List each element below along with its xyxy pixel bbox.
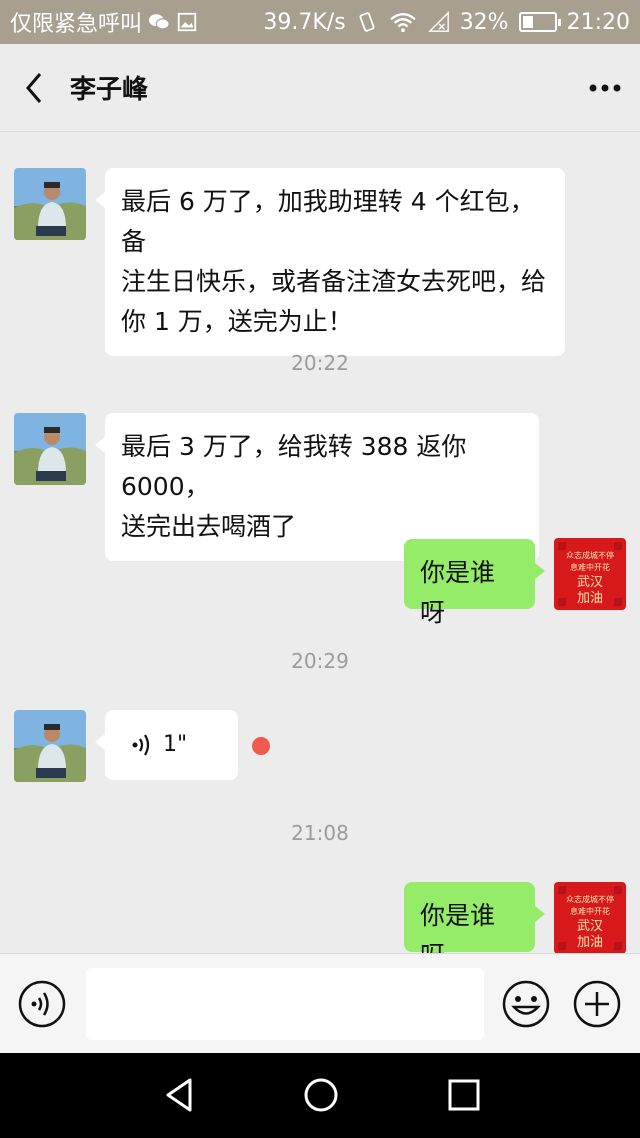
image-icon — [177, 12, 197, 32]
emoji-icon — [502, 980, 550, 1028]
no-signal-icon — [427, 11, 449, 32]
contact-avatar[interactable] — [14, 413, 86, 485]
avatar-text-line: 息难中开花 — [570, 562, 610, 572]
timestamp: 20:29 — [291, 649, 349, 673]
message-input[interactable] — [86, 968, 484, 1040]
wifi-icon — [390, 13, 416, 33]
incoming-voice-bubble[interactable]: 1" — [95, 710, 238, 780]
self-avatar-image: 众志成城不停 息难中开花 武汉 加油 — [554, 538, 626, 610]
input-bar — [0, 953, 640, 1053]
status-time: 21:20 — [566, 9, 630, 35]
message-line: 最后 3 万了，给我转 388 返你 6000， — [121, 432, 467, 501]
incoming-text-bubble[interactable]: 最后 6 万了，加我助理转 4 个红包，备 注生日快乐，或者备注渣女去死吧，给 … — [95, 168, 565, 356]
navigation-bar — [0, 1053, 640, 1138]
message-line: 注生日快乐，或者备注渣女去死吧，给 — [121, 267, 547, 296]
wechat-icon — [148, 14, 170, 30]
timestamp: 21:08 — [291, 821, 349, 845]
back-triangle-icon — [166, 1078, 192, 1112]
avatar-text-line: 众志成城不停 — [566, 550, 614, 560]
self-avatar-image: 众志成城不停 息难中开花 武汉 加油 — [554, 882, 626, 953]
avatar-text-line: 武汉 — [577, 575, 603, 590]
network-speed: 39.7K/s — [263, 9, 346, 35]
message-line: 最后 6 万了，加我助理转 4 个红包，备 — [121, 187, 535, 256]
chevron-left-icon — [26, 72, 42, 103]
contact-avatar[interactable] — [14, 168, 86, 240]
battery-icon — [518, 12, 561, 32]
recents-square-icon — [448, 1079, 480, 1111]
voice-mode-button[interactable] — [18, 980, 66, 1028]
avatar-text-line: 武汉 — [577, 919, 603, 934]
status-right: 39.7K/s 32% 21:20 — [263, 10, 630, 35]
nav-recents-button[interactable] — [444, 1075, 484, 1115]
contact-avatar-image — [14, 413, 86, 485]
message-text: 你是谁呀 — [420, 901, 496, 953]
avatar-text-line: 加油 — [577, 935, 603, 950]
more-button[interactable] — [570, 44, 640, 132]
self-avatar[interactable]: 众志成城不停 息难中开花 武汉 加油 — [554, 538, 626, 610]
plus-button[interactable] — [573, 980, 621, 1028]
avatar-text-line: 众志成城不停 — [566, 894, 614, 904]
message-line: 你 1 万，送完为止！ — [121, 307, 353, 336]
vibrate-icon — [359, 12, 375, 32]
voice-mode-icon — [18, 980, 66, 1028]
chat-header: 李子峰 — [0, 44, 640, 132]
self-avatar[interactable]: 众志成城不停 息难中开花 武汉 加油 — [554, 882, 626, 953]
avatar-text-line: 息难中开花 — [570, 906, 610, 916]
battery-percent: 32% — [459, 9, 509, 35]
outgoing-text-bubble[interactable]: 你是谁呀 — [404, 882, 545, 953]
contact-avatar[interactable] — [14, 710, 86, 782]
chat-area[interactable]: 最后 6 万了，加我助理转 4 个红包，备 注生日快乐，或者备注渣女去死吧，给 … — [0, 133, 640, 953]
unread-dot — [252, 737, 270, 755]
chat-title: 李子峰 — [70, 75, 149, 105]
voice-wave-icon — [132, 734, 150, 756]
avatar-text-line: 加油 — [577, 591, 603, 606]
status-bar: 仅限紧急呼叫 39.7K/s 32% 21:20 — [0, 0, 640, 44]
nav-home-button[interactable] — [301, 1075, 341, 1115]
home-circle-icon — [304, 1078, 338, 1112]
nav-back-button[interactable] — [160, 1075, 200, 1115]
message-text: 你是谁呀 — [420, 558, 496, 627]
status-left: 仅限紧急呼叫 — [10, 6, 198, 38]
plus-icon — [573, 980, 621, 1028]
timestamp: 20:22 — [291, 351, 349, 375]
back-button[interactable] — [0, 44, 70, 132]
contact-avatar-image — [14, 710, 86, 782]
carrier-text: 仅限紧急呼叫 — [10, 12, 143, 37]
contact-avatar-image — [14, 168, 86, 240]
outgoing-text-bubble[interactable]: 你是谁呀 — [404, 539, 545, 627]
emoji-button[interactable] — [502, 980, 550, 1028]
more-dots-icon — [589, 84, 621, 91]
voice-duration: 1" — [163, 732, 188, 757]
